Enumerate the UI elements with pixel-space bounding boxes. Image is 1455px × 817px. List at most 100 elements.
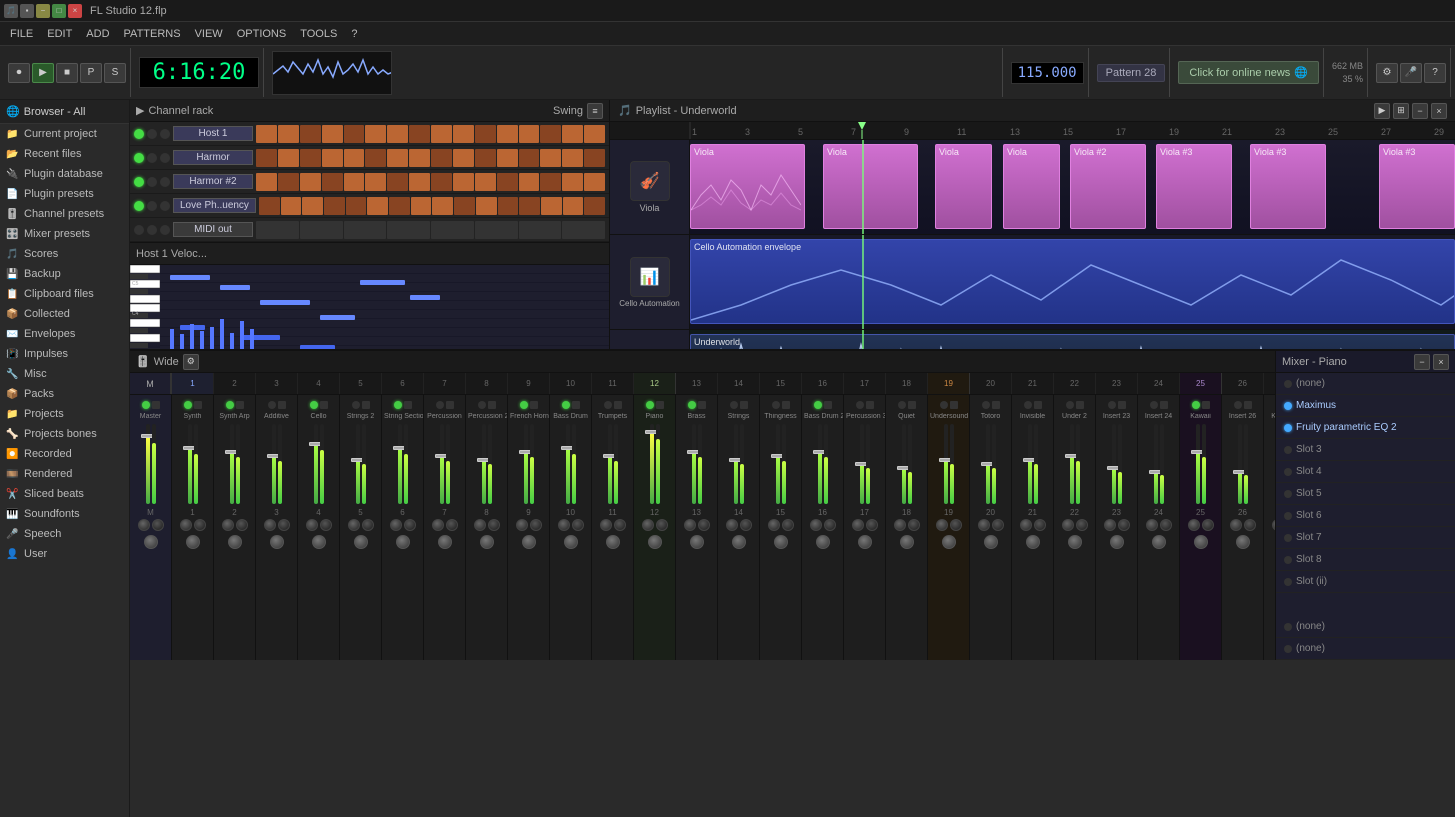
ch-led[interactable] [604, 401, 612, 409]
ch-knob-2[interactable] [362, 519, 374, 531]
track-content-cello[interactable]: Cello Automation envelope [690, 235, 1455, 329]
pattern-block[interactable] [562, 173, 583, 191]
ch-mute[interactable] [236, 401, 244, 409]
pattern-block[interactable] [563, 197, 584, 215]
ch-mute[interactable] [572, 401, 580, 409]
ch-pan-knob[interactable] [1194, 535, 1208, 549]
ch-mute[interactable] [740, 401, 748, 409]
minimize-button[interactable]: − [36, 4, 50, 18]
mixer-channel-3[interactable]: Additive 3 [256, 395, 298, 660]
pattern-block[interactable] [344, 173, 365, 191]
ch-mute[interactable] [866, 401, 874, 409]
mixer-channel-18[interactable]: Quiet 18 [886, 395, 928, 660]
ch-pan-knob[interactable] [1110, 535, 1124, 549]
mixer-channel-5[interactable]: Strings 2 5 [340, 395, 382, 660]
mixer-channel-7[interactable]: Percussion 7 [424, 395, 466, 660]
channel-name-harmor[interactable]: Harmor [173, 150, 253, 165]
ch-knob-2[interactable] [320, 519, 332, 531]
ch-pan-knob[interactable] [1026, 535, 1040, 549]
pattern-block[interactable] [475, 125, 496, 143]
sidebar-item-recorded[interactable]: ⏺️ Recorded [0, 444, 129, 464]
ch-mute[interactable] [488, 401, 496, 409]
insert-slot-3[interactable]: Slot 3 [1276, 439, 1455, 461]
bpm-display[interactable]: 115.000 [1011, 62, 1084, 84]
ch-mute[interactable] [404, 401, 412, 409]
pattern-block[interactable] [365, 125, 386, 143]
mixer-channel-10[interactable]: Bass Drum 10 [550, 395, 592, 660]
ch-led[interactable] [1234, 401, 1242, 409]
menu-add[interactable]: ADD [80, 26, 115, 42]
ch-pan-knob[interactable] [186, 535, 200, 549]
ch-pan-knob[interactable] [984, 535, 998, 549]
sidebar-item-projects-bones[interactable]: 🦴 Projects bones [0, 424, 129, 444]
note[interactable] [240, 335, 280, 340]
ch-knob-1[interactable] [852, 519, 864, 531]
playlist-btn-4[interactable]: × [1431, 103, 1447, 119]
mixer-channel-M[interactable]: Master M [130, 395, 172, 660]
sidebar-item-soundfonts[interactable]: 🎹 Soundfonts [0, 504, 129, 524]
ch-led[interactable] [730, 401, 738, 409]
sidebar-item-user[interactable]: 👤 User [0, 544, 129, 564]
note[interactable] [260, 300, 310, 305]
pattern-block[interactable] [409, 149, 430, 167]
clip-viola-6[interactable]: Viola #3 [1156, 144, 1232, 229]
ch-pan-knob[interactable] [396, 535, 410, 549]
stop-button[interactable]: ■ [56, 63, 78, 83]
ch-pan-knob[interactable] [228, 535, 242, 549]
ch-led[interactable] [982, 401, 990, 409]
ch-mute[interactable] [194, 401, 202, 409]
insert-slot-6[interactable]: Slot 6 [1276, 505, 1455, 527]
ch-pan-knob[interactable] [480, 535, 494, 549]
channel-rack-menu[interactable]: ≡ [587, 103, 603, 119]
ch-mute[interactable] [1076, 401, 1084, 409]
ch-knob-2[interactable] [404, 519, 416, 531]
sidebar-item-plugin-database[interactable]: 🔌 Plugin database [0, 164, 129, 184]
clip-cello-automation[interactable]: Cello Automation envelope [690, 239, 1455, 324]
note[interactable] [320, 315, 355, 320]
mixer-channel-8[interactable]: Percussion 2 8 [466, 395, 508, 660]
insert-slot-4[interactable]: Slot 4 [1276, 461, 1455, 483]
ch-led[interactable] [772, 401, 780, 409]
pattern-block[interactable] [256, 173, 277, 191]
ch-led[interactable] [814, 401, 822, 409]
note[interactable] [360, 280, 405, 285]
ch-mute[interactable] [320, 401, 328, 409]
ch-knob-2[interactable] [572, 519, 584, 531]
channel-mute[interactable] [147, 129, 157, 139]
sidebar-item-mixer-presets[interactable]: 🎛️ Mixer presets [0, 224, 129, 244]
note[interactable] [220, 285, 250, 290]
ch-knob-2[interactable] [152, 519, 164, 531]
ch-knob-1[interactable] [642, 519, 654, 531]
mixer-channel-26[interactable]: Insert 26 26 [1222, 395, 1264, 660]
clip-viola-7[interactable]: Viola #3 [1250, 144, 1326, 229]
channel-led[interactable] [134, 225, 144, 235]
ch-pan-knob[interactable] [354, 535, 368, 549]
mixer-channel-13[interactable]: Brass 13 [676, 395, 718, 660]
sidebar-item-packs[interactable]: 📦 Packs [0, 384, 129, 404]
pattern-block[interactable] [300, 173, 321, 191]
menu-edit[interactable]: EDIT [41, 26, 78, 42]
ch-led[interactable] [436, 401, 444, 409]
ch-knob-1[interactable] [684, 519, 696, 531]
channel-led[interactable] [134, 129, 144, 139]
ch-pan-knob[interactable] [1152, 535, 1166, 549]
ch-knob-1[interactable] [894, 519, 906, 531]
ch-pan-knob[interactable] [942, 535, 956, 549]
ch-knob-2[interactable] [1160, 519, 1172, 531]
pattern-block[interactable] [454, 197, 475, 215]
insert-slot-8[interactable]: Slot 8 [1276, 549, 1455, 571]
pattern-block[interactable] [278, 173, 299, 191]
menu-help[interactable]: ? [345, 26, 363, 42]
pattern-block[interactable] [476, 197, 497, 215]
clip-viola-5[interactable]: Viola #2 [1070, 144, 1146, 229]
ch-led[interactable] [940, 401, 948, 409]
close-button[interactable]: × [68, 4, 82, 18]
channel-mute[interactable] [147, 177, 157, 187]
insert-min[interactable]: − [1414, 354, 1430, 370]
menu-view[interactable]: VIEW [189, 26, 229, 42]
menu-options[interactable]: OPTIONS [231, 26, 293, 42]
mixer-channel-21[interactable]: Invisible 21 [1012, 395, 1054, 660]
ch-led[interactable] [1024, 401, 1032, 409]
ch-knob-1[interactable] [978, 519, 990, 531]
mixer-channel-25[interactable]: Kawaii 25 [1180, 395, 1222, 660]
